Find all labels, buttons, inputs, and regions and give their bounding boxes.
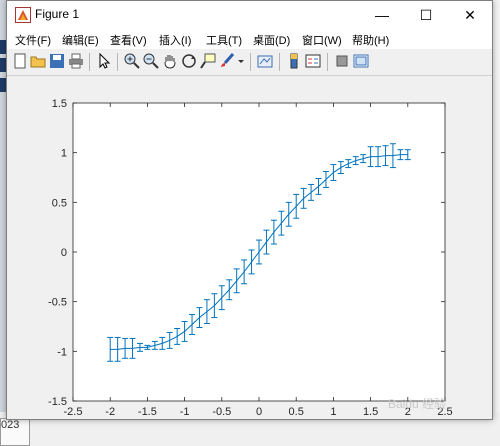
menu-bar: 文件(F) 编辑(E) 查看(V) 插入(I) 工具(T) 桌面(D) 窗口(W…	[7, 29, 492, 50]
chevron-down-icon[interactable]	[237, 53, 245, 69]
zoom-in-icon[interactable]	[124, 53, 140, 69]
hide-plot-tools-icon[interactable]	[334, 53, 350, 69]
menu-edit[interactable]: 编辑(E)	[62, 32, 99, 48]
zoom-out-icon[interactable]	[143, 53, 159, 69]
x-tick-label: -1.5	[138, 406, 157, 418]
menu-file[interactable]: 文件(F)	[15, 32, 51, 48]
y-tick-label: -1.5	[48, 396, 67, 408]
colorbar-icon[interactable]	[286, 53, 302, 69]
print-icon[interactable]	[68, 53, 84, 69]
menu-view[interactable]: 查看(V)	[110, 32, 147, 48]
rotate-3d-icon[interactable]	[181, 53, 197, 69]
y-tick-label: -0.5	[48, 297, 67, 309]
x-tick-label: 1.5	[363, 406, 378, 418]
toolbar-separator	[117, 53, 118, 71]
watermark-text: Baidu 经验	[388, 397, 447, 411]
plot-area-container: -2.5 -2 -1.5 -1 -0.5 0 0.5 1 1.5 2 2.5 -1.5 -1 -0.5 0 0…	[7, 76, 492, 419]
x-tick-label: 0	[256, 406, 262, 418]
y-tick-label: 0	[61, 247, 67, 259]
figure-toolbar	[7, 49, 492, 76]
y-tick-label: 1	[61, 148, 67, 160]
y-tick-label: -1	[57, 346, 67, 358]
background-bottom-text: 023	[0, 418, 30, 446]
open-file-icon[interactable]	[30, 53, 46, 69]
close-button[interactable]: ✕	[448, 1, 492, 29]
errorbar-chart[interactable]: -2.5 -2 -1.5 -1 -0.5 0 0.5 1 1.5 2 2.5-1.5-1-0.500…	[7, 76, 492, 419]
link-plot-icon[interactable]	[257, 53, 273, 69]
show-plot-tools-icon[interactable]	[353, 53, 369, 69]
toolbar-separator	[279, 53, 280, 71]
menu-insert[interactable]: 插入(I)	[159, 32, 191, 48]
legend-icon[interactable]	[305, 53, 321, 69]
toolbar-separator	[250, 53, 251, 71]
data-cursor-icon[interactable]	[200, 53, 216, 69]
brush-icon[interactable]	[219, 53, 235, 69]
toolbar-separator	[327, 53, 328, 71]
x-tick-label: -1	[180, 406, 190, 418]
x-tick-label: 1	[330, 406, 336, 418]
maximize-button[interactable]: ☐	[404, 1, 448, 29]
menu-window[interactable]: 窗口(W)	[302, 32, 342, 48]
figure-window: Figure 1 — ☐ ✕ 文件(F) 编辑(E) 查看(V) 插入(I) 工…	[6, 0, 493, 420]
x-tick-label: -2	[105, 406, 115, 418]
window-title: Figure 1	[35, 7, 80, 21]
x-tick-label: 0.5	[289, 406, 304, 418]
pointer-icon[interactable]	[96, 52, 112, 69]
menu-desktop[interactable]: 桌面(D)	[253, 32, 290, 48]
minimize-button[interactable]: —	[360, 1, 404, 29]
save-icon[interactable]	[49, 53, 65, 69]
title-bar[interactable]: Figure 1 — ☐ ✕	[7, 1, 492, 29]
toolbar-separator	[89, 53, 90, 71]
y-tick-label: 0.5	[52, 197, 67, 209]
y-tick-label: 1.5	[52, 98, 67, 110]
new-figure-icon[interactable]	[12, 53, 28, 69]
menu-help[interactable]: 帮助(H)	[352, 32, 389, 48]
pan-hand-icon[interactable]	[162, 53, 178, 69]
x-tick-label: -0.5	[212, 406, 231, 418]
menu-tools[interactable]: 工具(T)	[206, 32, 242, 48]
matlab-figure-icon	[15, 7, 31, 23]
